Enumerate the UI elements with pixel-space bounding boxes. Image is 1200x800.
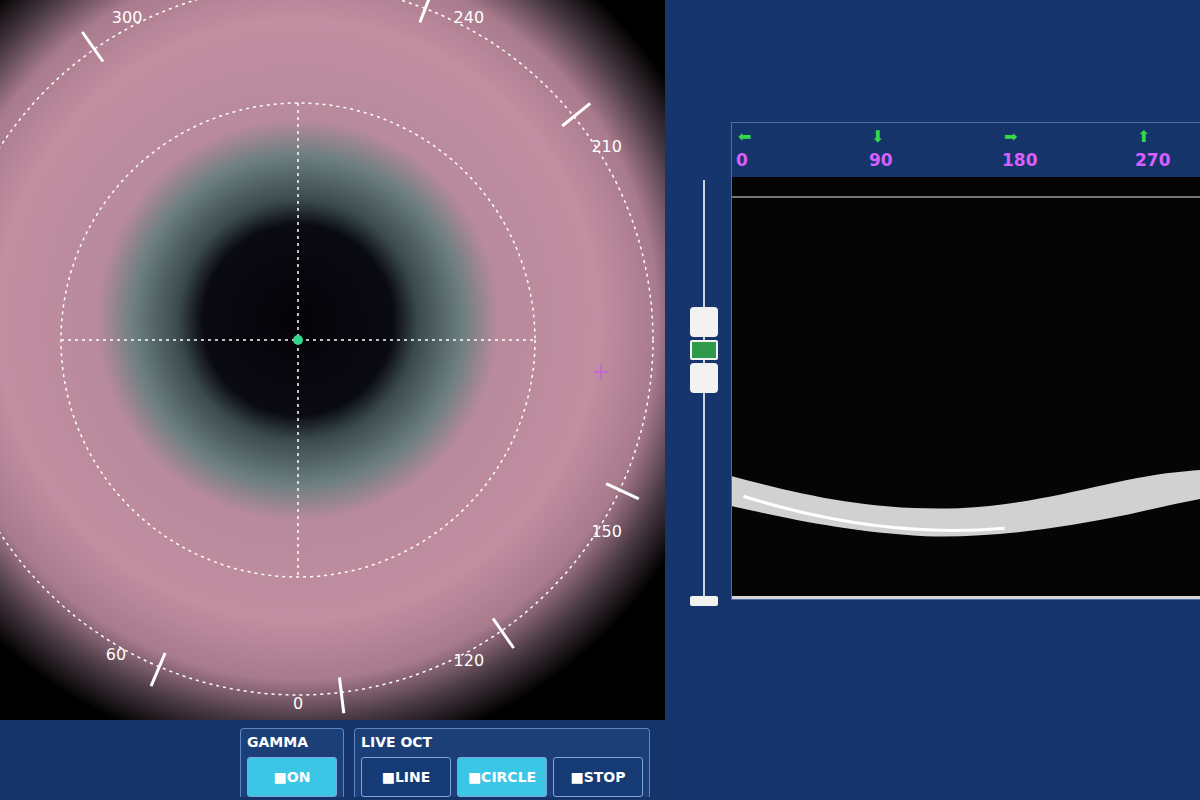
direction-arrow-icon: ⬅ <box>736 127 751 147</box>
ring-label: 60 <box>106 645 126 664</box>
center-dot <box>293 335 303 345</box>
thumb-cap <box>690 307 718 337</box>
control-group: GAMMA ■ON <box>240 728 344 797</box>
thumb-cap <box>690 363 718 393</box>
ring-label: 210 <box>591 137 622 156</box>
angle-marker: ⬅0 <box>736 127 869 177</box>
control-button[interactable]: ■CIRCLE <box>457 757 547 797</box>
slider-end <box>690 596 718 606</box>
angle-label: 0 <box>736 149 748 171</box>
ring-label: 300 <box>112 8 143 27</box>
oct-scan-image <box>732 177 1200 599</box>
outer-ring <box>0 0 653 695</box>
surgical-video: 300 240 210 150 120 0 60 <box>0 0 665 720</box>
angle-marker: ➡180 <box>1002 127 1135 177</box>
ring-mark: 300 <box>82 8 142 61</box>
ring-tick <box>339 677 343 713</box>
angle-label: 270 <box>1135 149 1171 171</box>
slider-thumb[interactable] <box>690 307 718 393</box>
ring-tick <box>562 103 590 126</box>
slider-track[interactable] <box>690 180 718 600</box>
control-bar: GAMMA ■ON LIVE OCT ■LINE■CIRCLE■STOP <box>0 720 665 800</box>
microscope-screen: 300240210150120060GAMMA■ONLIVE OCT■LINE■… <box>0 0 1200 800</box>
ring-mark: 150 <box>591 484 638 542</box>
ring-mark: 0 <box>293 677 344 713</box>
retina-band-icon <box>732 177 1200 596</box>
ring-label: 150 <box>591 522 622 541</box>
direction-arrow-icon: ⬇ <box>869 127 884 147</box>
inner-ring <box>61 103 535 577</box>
direction-arrow-icon: ⬆ <box>1135 127 1150 147</box>
plus-icon <box>594 365 608 379</box>
angle-label: 90 <box>869 149 893 171</box>
ring-mark: 120 <box>454 619 514 670</box>
ring-mark: 60 <box>106 645 165 686</box>
angle-marker: ⬆270 <box>1135 127 1200 177</box>
ring-tick <box>606 484 639 499</box>
angle-marker: ⬇90 <box>869 127 1002 177</box>
ring-tick <box>420 0 433 23</box>
oct-panel: ⬅0⬇90➡180⬆270 <box>731 122 1200 600</box>
control-group-title: LIVE OCT <box>361 733 643 751</box>
ring-label: 240 <box>454 8 485 27</box>
ring-mark: 210 <box>562 103 622 155</box>
angle-markers: ⬅0⬇90➡180⬆270 <box>732 123 1200 177</box>
button-row: ■LINE■CIRCLE■STOP <box>361 757 643 797</box>
depth-slider[interactable] <box>690 122 718 600</box>
ring-label: 0 <box>293 694 303 713</box>
alignment-overlay: 300 240 210 150 120 0 60 <box>0 0 665 720</box>
button-row: ■ON <box>247 757 337 797</box>
control-group-title: GAMMA <box>247 733 337 751</box>
video-column: 300240210150120060GAMMA■ONLIVE OCT■LINE■… <box>0 0 665 800</box>
thumb-core <box>690 340 718 360</box>
ring-tick <box>151 653 165 686</box>
ring-mark: 240 <box>420 0 484 27</box>
control-button[interactable]: ■LINE <box>361 757 451 797</box>
oct-column: ⬅0⬇90➡180⬆270 <box>665 0 1200 800</box>
ring-tick <box>82 32 103 61</box>
direction-arrow-icon: ➡ <box>1002 127 1017 147</box>
ring-label: 120 <box>454 651 485 670</box>
control-button[interactable]: ■ON <box>247 757 337 797</box>
control-group: LIVE OCT ■LINE■CIRCLE■STOP <box>354 728 650 797</box>
control-button[interactable]: ■STOP <box>553 757 643 797</box>
angle-label: 180 <box>1002 149 1038 171</box>
ring-tick <box>493 619 514 648</box>
